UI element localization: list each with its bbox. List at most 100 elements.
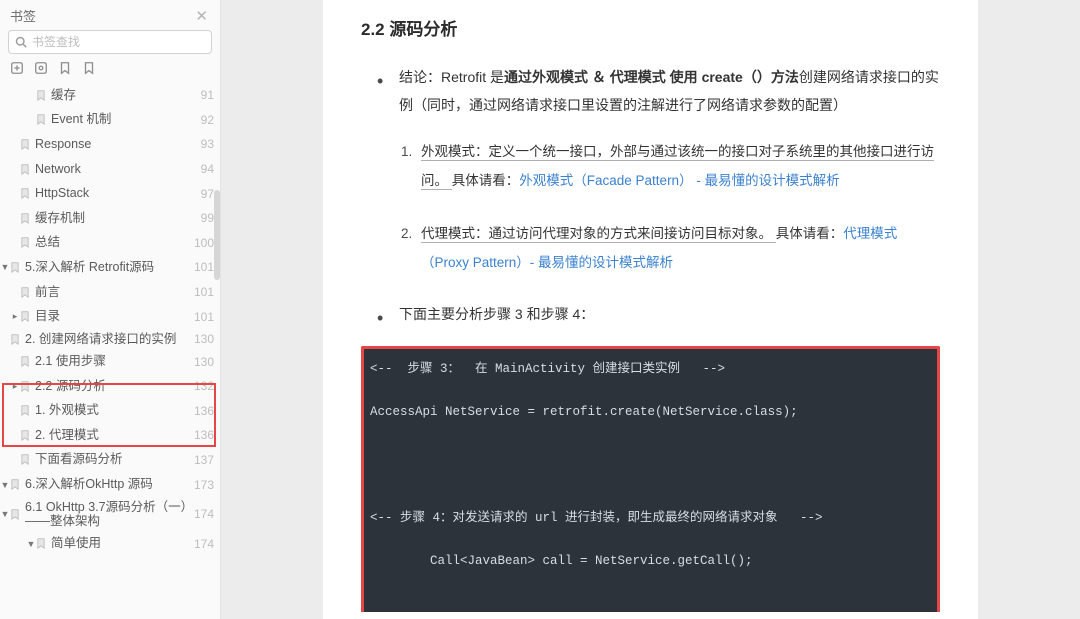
sidebar-title: 书签 [10,6,36,25]
add-root-bookmark-icon[interactable] [10,61,24,75]
scrollbar[interactable] [214,190,220,280]
conclusion-item: 结论：Retrofit 是通过外观模式 ＆ 代理模式 使用 create（）方法… [381,64,940,119]
bookmark-icon [20,139,30,150]
bookmark-icon [20,287,30,298]
search-wrap [0,27,220,58]
section-heading: 2.2 源码分析 [361,14,940,46]
search-input[interactable] [32,35,205,49]
sublist-facade: 外观模式：定义一个统一接口，外部与通过该统一的接口对子系统里的其他接口进行访问。… [403,137,940,195]
tree-label: Response [35,137,192,152]
main-area: 2.2 源码分析 结论：Retrofit 是通过外观模式 ＆ 代理模式 使用 c… [221,0,1080,619]
tree-label: 前言 [35,285,192,300]
tree-label: 下面看源码分析 [35,452,192,467]
facade-see: 具体请看： [452,173,520,188]
sublist-proxy: 代理模式：通过访问代理对象的方式来间接访问目标对象。 具体请看：代理模式（Pro… [403,219,940,277]
tree-row[interactable]: 2.1 使用步骤130 [0,349,220,374]
expand-arrow-icon[interactable]: ▼ [0,509,10,519]
tree-row[interactable]: Event 机制92 [0,108,220,133]
tree-row[interactable]: 1. 外观模式136 [0,399,220,424]
close-icon[interactable]: ✕ [193,7,210,25]
tree-label: 目录 [35,309,192,324]
bookmark-icon [36,538,46,549]
tree-row[interactable]: 2. 创建网络请求接口的实例130 [0,329,220,349]
tree-row[interactable]: HttpStack97 [0,181,220,206]
bookmark-icon [20,381,30,392]
tree-label: 缓存 [51,88,192,103]
tree-label: 1. 外观模式 [35,403,192,418]
tree-label: 2. 创建网络请求接口的实例 [25,332,192,346]
bookmark-icon [36,114,46,125]
bookmarks-tree: 缓存91Event 机制92Response93Network94HttpSta… [0,83,220,619]
page-number: 132 [192,379,220,393]
bookmark-icon [10,479,20,490]
tree-label: HttpStack [35,186,192,201]
tree-label: 2.1 使用步骤 [35,354,192,369]
conclusion-list: 结论：Retrofit 是通过外观模式 ＆ 代理模式 使用 create（）方法… [381,64,940,119]
bookmark-icon [20,311,30,322]
tree-row[interactable]: 缓存91 [0,83,220,108]
tree-label: Network [35,162,192,177]
page-number: 91 [192,88,220,102]
conclusion-label: 结论： [399,69,441,85]
tree-row[interactable]: Response93 [0,132,220,157]
add-child-bookmark-icon[interactable] [34,61,48,75]
bookmark-outline-icon[interactable] [58,61,72,75]
bookmark-icon [20,237,30,248]
expand-arrow-icon[interactable]: ▸ [10,311,20,322]
expand-arrow-icon[interactable]: ▸ [10,381,20,392]
bookmark-icon [20,430,30,441]
tree-row[interactable]: ▼ 6.1 OkHttp 3.7源码分析（一）——整体架构174 [0,497,220,532]
tree-label: 2. 代理模式 [35,428,192,443]
tree-row[interactable]: 缓存机制99 [0,206,220,231]
code-highlight-box: <-- 步骤 3： 在 MainActivity 创建接口类实例 --> Acc… [361,346,940,612]
bookmark-icon [20,188,30,199]
tree-label: 缓存机制 [35,211,192,226]
tree-row[interactable]: 总结100 [0,231,220,256]
steps-intro-item: 下面主要分析步骤 3 和步骤 4： [381,301,940,328]
bookmark-icon [20,164,30,175]
page-number: 136 [192,404,220,418]
steps-intro-list: 下面主要分析步骤 3 和步骤 4： [381,301,940,328]
document-page: 2.2 源码分析 结论：Retrofit 是通过外观模式 ＆ 代理模式 使用 c… [323,0,978,619]
page-number: 101 [192,310,220,324]
expand-arrow-icon[interactable]: ▼ [0,262,10,272]
expand-arrow-icon[interactable]: ▼ [0,480,10,490]
page-number: 93 [192,137,220,151]
bookmark-icon [20,405,30,416]
page-number: 174 [192,507,220,521]
bookmark-icon [20,213,30,224]
page-number: 174 [192,537,220,551]
tree-label: 5.深入解析 Retrofit源码 [25,260,192,275]
page-number: 130 [192,332,220,346]
proxy-label: 代理模式： [421,226,489,241]
page-number: 92 [192,113,220,127]
code-block: <-- 步骤 3： 在 MainActivity 创建接口类实例 --> Acc… [364,349,937,612]
tree-label: 简单使用 [51,536,192,551]
tree-label: 6.1 OkHttp 3.7源码分析（一）——整体架构 [25,500,192,529]
bookmark-icon [20,356,30,367]
expand-arrow-icon[interactable]: ▼ [26,539,36,549]
bookmark-icon [10,509,20,520]
tree-row[interactable]: ▸2.2 源码分析132 [0,374,220,399]
page-number: 94 [192,162,220,176]
conclusion-bold: 通过外观模式 ＆ 代理模式 使用 create（）方法 [504,69,799,85]
tree-row[interactable]: ▼5.深入解析 Retrofit源码101 [0,255,220,280]
tree-row[interactable]: 下面看源码分析137 [0,448,220,473]
page-number: 130 [192,355,220,369]
search-box[interactable] [8,30,212,54]
tree-row[interactable]: 2. 代理模式136 [0,423,220,448]
facade-link[interactable]: 外观模式（Facade Pattern） - 最易懂的设计模式解析 [519,173,839,188]
tree-row[interactable]: 前言101 [0,280,220,305]
tree-row[interactable]: ▼ 6.深入解析OkHttp 源码173 [0,472,220,497]
bookmark-icon [10,334,20,345]
page-number: 136 [192,428,220,442]
tree-label: 6.深入解析OkHttp 源码 [25,477,192,492]
tree-row[interactable]: ▼ 简单使用174 [0,532,220,557]
bookmark-filled-icon[interactable] [82,61,96,75]
tree-row[interactable]: Network94 [0,157,220,182]
tree-row[interactable]: ▸ 目录101 [0,304,220,329]
proxy-body: 通过访问代理对象的方式来间接访问目标对象。 [489,226,773,241]
tree-label: 总结 [35,235,192,250]
tree-label: Event 机制 [51,112,192,127]
page-number: 173 [192,478,220,492]
